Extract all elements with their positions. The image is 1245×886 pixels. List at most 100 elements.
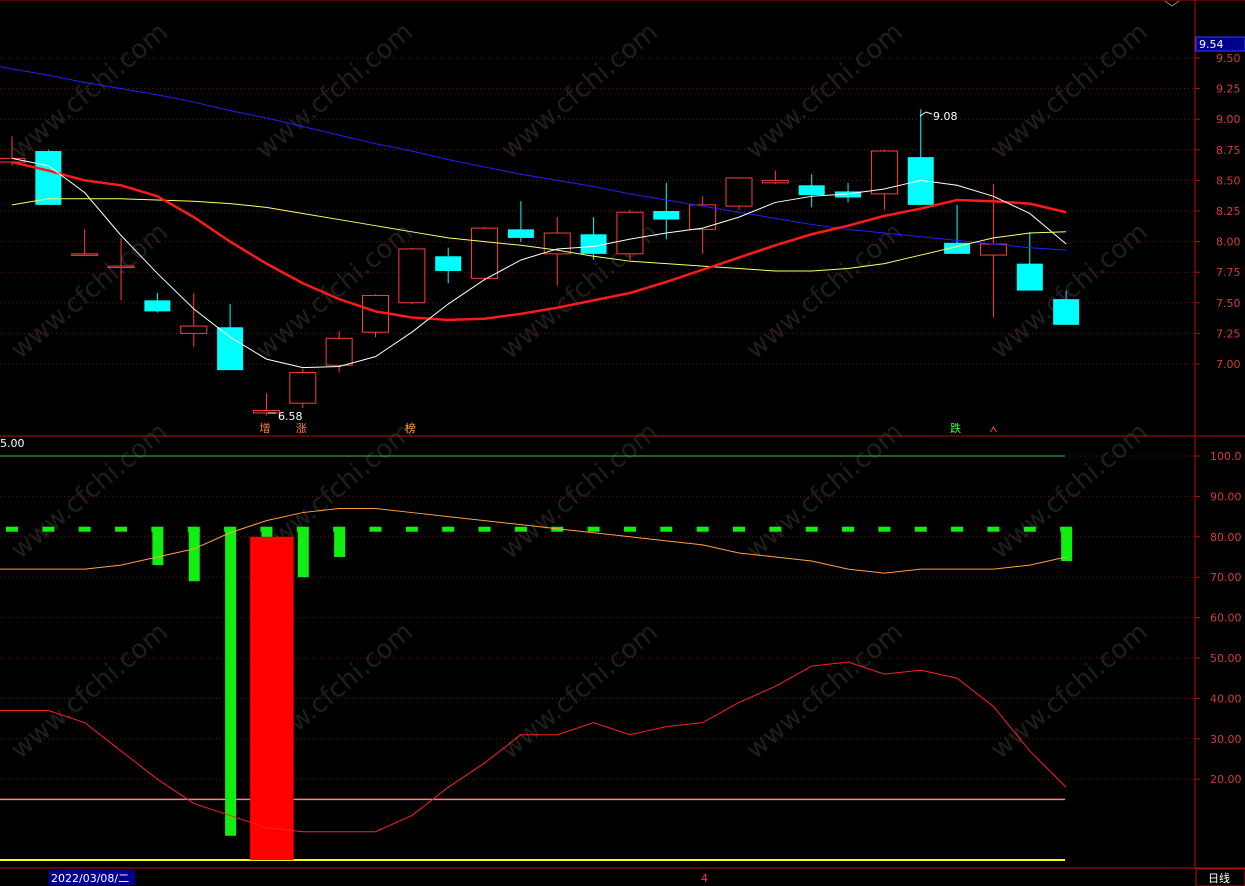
dash-mark (660, 526, 673, 532)
candle-body (107, 265, 135, 269)
candle-body (725, 177, 753, 207)
green-signal-bar (334, 528, 346, 557)
watermark-text: www.cfchi.com (985, 17, 1154, 165)
dash-mark (733, 526, 745, 532)
y-tick-label: 90.00 (1210, 490, 1242, 503)
dash-mark (769, 526, 782, 532)
dash-mark (623, 526, 636, 532)
y-tick-label: 7.50 (1216, 297, 1241, 310)
high-price-label: 9.08 (933, 110, 958, 123)
candle-body (870, 150, 898, 195)
candle-body (761, 179, 789, 184)
candle-body (144, 300, 171, 312)
y-tick-label: 70.00 (1210, 571, 1242, 584)
y-tick-label: 30.00 (1210, 733, 1242, 746)
signal-label: 增 (259, 421, 270, 435)
watermark-layer: www.cfchi.com www.cfchi.com www.cfchi.com w… (5, 17, 1154, 765)
green-signal-bar (152, 528, 164, 566)
date-label[interactable]: 2022/03/08/二 (51, 872, 129, 885)
candle-body (435, 256, 462, 271)
dash-mark (405, 526, 418, 532)
red-volume-bar (250, 536, 294, 860)
dash-mark (587, 526, 600, 532)
dash-mark (478, 526, 491, 532)
y-tick-label: 40.00 (1210, 692, 1242, 705)
candle-body (979, 243, 1007, 256)
dash-mark (442, 526, 455, 532)
candle-body (471, 227, 499, 279)
y-tick-label: 7.00 (1216, 358, 1241, 371)
watermark-text: www.cfchi.com (740, 617, 909, 765)
candle-body (217, 327, 244, 371)
dash-mark (805, 526, 818, 532)
indicator-left-label: 5.00 (0, 437, 25, 450)
axis-layer: 9.50 9.25 9.00 8.75 8.50 8.25 8.00 7.75 7.50 7.25… (0, 0, 1245, 868)
watermark-text: www.cfchi.com (740, 217, 909, 365)
dash-mark (115, 526, 128, 532)
candle-body (180, 325, 208, 334)
candle-body (71, 253, 99, 256)
watermark-text: www.cfchi.com (740, 17, 909, 165)
footer-bar (0, 868, 1245, 886)
signal-label: 涨 (296, 422, 307, 435)
chart-canvas: www.cfchi.com www.cfchi.com www.cfchi.com w… (0, 0, 1245, 886)
watermark-text: www.cfchi.com (5, 17, 174, 165)
dash-mark (1023, 526, 1036, 532)
period-label[interactable]: 日线 (1208, 871, 1230, 885)
watermark-text: www.cfchi.com (495, 17, 664, 165)
y-tick-label: 8.75 (1216, 144, 1241, 157)
high-arrow-icon (919, 111, 933, 117)
candle-body (543, 232, 571, 255)
candle-body (398, 248, 426, 304)
watermark-text: www.cfchi.com (495, 417, 664, 565)
green-signal-bar (261, 528, 273, 537)
candle-body (1053, 299, 1080, 325)
y-tick-label: 9.50 (1216, 52, 1241, 65)
dash-mark (369, 526, 382, 532)
dash-mark (914, 526, 927, 532)
watermark-text: www.cfchi.com (985, 217, 1154, 365)
candle-body (325, 337, 353, 366)
y-tick-label: 80.00 (1210, 531, 1242, 544)
watermark-text: www.cfchi.com (5, 617, 174, 765)
candle-body (653, 211, 680, 220)
candle-body (580, 234, 607, 254)
y-tick-label: 9.25 (1216, 83, 1241, 96)
watermark-text: www.cfchi.com (985, 617, 1154, 765)
watermark-text: www.cfchi.com (740, 417, 909, 565)
y-tick-label: 9.00 (1216, 113, 1241, 126)
price-tag: 9.54 (1199, 38, 1224, 51)
dash-mark (987, 526, 1000, 532)
candle-body (507, 229, 534, 238)
candle-body (798, 185, 825, 196)
green-signal-bar (1061, 528, 1073, 562)
dash-mark (878, 526, 891, 532)
dash-mark (78, 526, 91, 532)
signal-up-arrow-icon (990, 426, 997, 433)
watermark-text: www.cfchi.com (5, 417, 174, 565)
candle-body (907, 157, 934, 205)
ma-long-line (11, 198, 1067, 272)
signal-label: 跌 (950, 421, 961, 435)
center-marker: 4 (701, 872, 708, 885)
y-tick-label: 50.00 (1210, 652, 1242, 665)
low-price-label: 6.58 (278, 410, 303, 423)
candle-body (289, 372, 317, 404)
y-tick-label: 20.00 (1210, 773, 1242, 786)
watermark-text: www.cfchi.com (250, 17, 419, 165)
watermark-text: www.cfchi.com (495, 617, 664, 765)
collapse-icon[interactable] (1164, 0, 1180, 7)
y-tick-label: 8.25 (1216, 205, 1241, 218)
dash-mark (514, 526, 527, 532)
y-tick-label: 60.00 (1210, 612, 1242, 625)
y-tick-label: 8.50 (1216, 174, 1241, 187)
y-tick-label: 8.00 (1216, 236, 1241, 249)
ma-longest-line (0, 66, 13, 70)
y-tick-label: 7.75 (1216, 266, 1241, 279)
y-tick-label: 100.0 (1210, 450, 1242, 463)
green-signal-bar (188, 528, 200, 582)
green-signal-bar (297, 528, 309, 578)
candle-body (616, 211, 644, 255)
dash-mark (842, 526, 855, 532)
dash-mark (6, 526, 18, 532)
